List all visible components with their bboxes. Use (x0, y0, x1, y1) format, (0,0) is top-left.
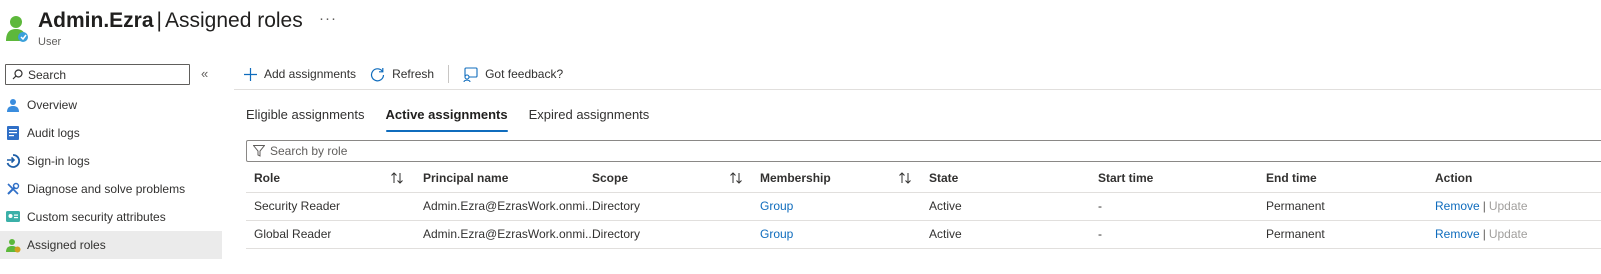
cell-principal-name: Admin.Ezra@EzrasWork.onmi... (423, 199, 596, 213)
column-header-scope[interactable]: Scope (592, 165, 628, 193)
sidebar-item-label: Diagnose and solve problems (27, 182, 186, 196)
assigned-roles-icon (5, 237, 21, 253)
person-icon (5, 97, 21, 113)
tab-expired-assignments[interactable]: Expired assignments (529, 107, 650, 131)
cell-action: Remove | Update (1435, 221, 1528, 249)
sidebar-item-assigned-roles[interactable]: Assigned roles (0, 231, 222, 259)
cell-scope: Directory (592, 199, 641, 213)
action-separator: | (1482, 199, 1486, 213)
audit-log-icon (5, 125, 21, 141)
column-header-action: Action (1435, 171, 1473, 185)
refresh-icon (371, 67, 385, 81)
feedback-label: Got feedback? (485, 67, 564, 81)
command-bar: Add assignments Refresh Got feedback? (244, 63, 577, 85)
column-header-role[interactable]: Role (254, 165, 280, 193)
sort-icon[interactable] (729, 171, 743, 185)
column-header-end-time: End time (1266, 171, 1317, 185)
sidebar-search[interactable] (5, 64, 190, 85)
sort-icon[interactable] (898, 171, 912, 185)
tab-eligible-assignments[interactable]: Eligible assignments (246, 107, 365, 131)
page-title: Admin.Ezra | Assigned roles (38, 7, 303, 35)
table-header-row: Role Principal name Scope Membership Sta… (246, 165, 1601, 193)
feedback-button[interactable]: Got feedback? (463, 66, 564, 82)
cell-end-time: Permanent (1266, 199, 1325, 213)
column-header-start-time: Start time (1098, 171, 1154, 185)
cell-role: Global Reader (254, 227, 332, 241)
more-options-button[interactable]: ··· (319, 10, 337, 27)
cell-scope: Directory (592, 227, 641, 241)
cell-state: Active (929, 199, 962, 213)
sidebar-item-label: Overview (27, 98, 78, 112)
assignment-tabs: Eligible assignments Active assignments … (246, 107, 670, 132)
column-header-state: State (929, 171, 959, 185)
filter-icon (253, 145, 265, 157)
update-link[interactable]: Update (1489, 199, 1528, 213)
remove-link[interactable]: Remove (1435, 199, 1480, 213)
assignments-table: Role Principal name Scope Membership Sta… (246, 165, 1601, 249)
refresh-label: Refresh (392, 67, 435, 81)
table-row: Security Reader Admin.Ezra@EzrasWork.onm… (246, 193, 1601, 221)
sidebar-item-sign-in-logs[interactable]: Sign-in logs (0, 147, 222, 175)
search-icon (12, 69, 23, 80)
page-header: Admin.Ezra | Assigned roles ··· User (0, 0, 1601, 56)
sidebar-nav: Overview Audit logs Sign-in logs Diagnos… (0, 91, 222, 259)
sidebar-search-input[interactable] (28, 67, 178, 82)
sidebar-item-audit-logs[interactable]: Audit logs (0, 119, 222, 147)
sort-icon[interactable] (390, 171, 404, 185)
action-separator: | (1482, 227, 1486, 241)
plus-icon (244, 67, 257, 81)
remove-link[interactable]: Remove (1435, 227, 1480, 241)
sign-in-icon (5, 153, 21, 169)
page-title-user: Admin.Ezra (38, 9, 154, 32)
refresh-button[interactable]: Refresh (370, 67, 434, 82)
cell-start-time: - (1098, 199, 1102, 213)
toolbar-divider-line (234, 89, 1601, 90)
table-row: Global Reader Admin.Ezra@EzrasWork.onmi.… (246, 221, 1601, 249)
collapse-sidebar-button[interactable]: « (201, 66, 208, 81)
cell-principal-name: Admin.Ezra@EzrasWork.onmi... (423, 227, 596, 241)
add-assignments-button[interactable]: Add assignments (244, 67, 356, 81)
membership-link[interactable]: Group (760, 193, 793, 221)
column-header-membership[interactable]: Membership (760, 165, 831, 193)
sidebar-item-overview[interactable]: Overview (0, 91, 222, 119)
feedback-icon (463, 66, 478, 82)
update-link[interactable]: Update (1489, 227, 1528, 241)
cell-role: Security Reader (254, 199, 341, 213)
tab-active-assignments[interactable]: Active assignments (385, 107, 508, 132)
column-header-principal-name[interactable]: Principal name (423, 165, 508, 193)
title-separator: | (156, 9, 162, 32)
page-subtitle: User (38, 36, 62, 48)
cell-action: Remove | Update (1435, 193, 1528, 221)
security-attributes-icon (5, 209, 21, 225)
sidebar-item-label: Audit logs (27, 126, 80, 140)
user-avatar-icon (6, 16, 28, 42)
membership-link[interactable]: Group (760, 221, 793, 249)
role-filter[interactable] (246, 140, 1601, 162)
cell-start-time: - (1098, 227, 1102, 241)
role-search-input[interactable] (270, 144, 670, 158)
sidebar: « Overview Audit logs Sign-in logs Diagn… (0, 60, 222, 274)
sidebar-item-label: Assigned roles (27, 238, 106, 252)
add-assignments-label: Add assignments (264, 67, 357, 81)
sidebar-item-label: Custom security attributes (27, 210, 166, 224)
wrench-icon (5, 181, 21, 197)
toolbar-divider (448, 65, 450, 83)
cell-state: Active (929, 227, 962, 241)
sidebar-item-custom-security-attributes[interactable]: Custom security attributes (0, 203, 222, 231)
cell-end-time: Permanent (1266, 227, 1325, 241)
sidebar-item-label: Sign-in logs (27, 154, 90, 168)
page-title-section: Assigned roles (165, 9, 303, 32)
sidebar-item-diagnose[interactable]: Diagnose and solve problems (0, 175, 222, 203)
